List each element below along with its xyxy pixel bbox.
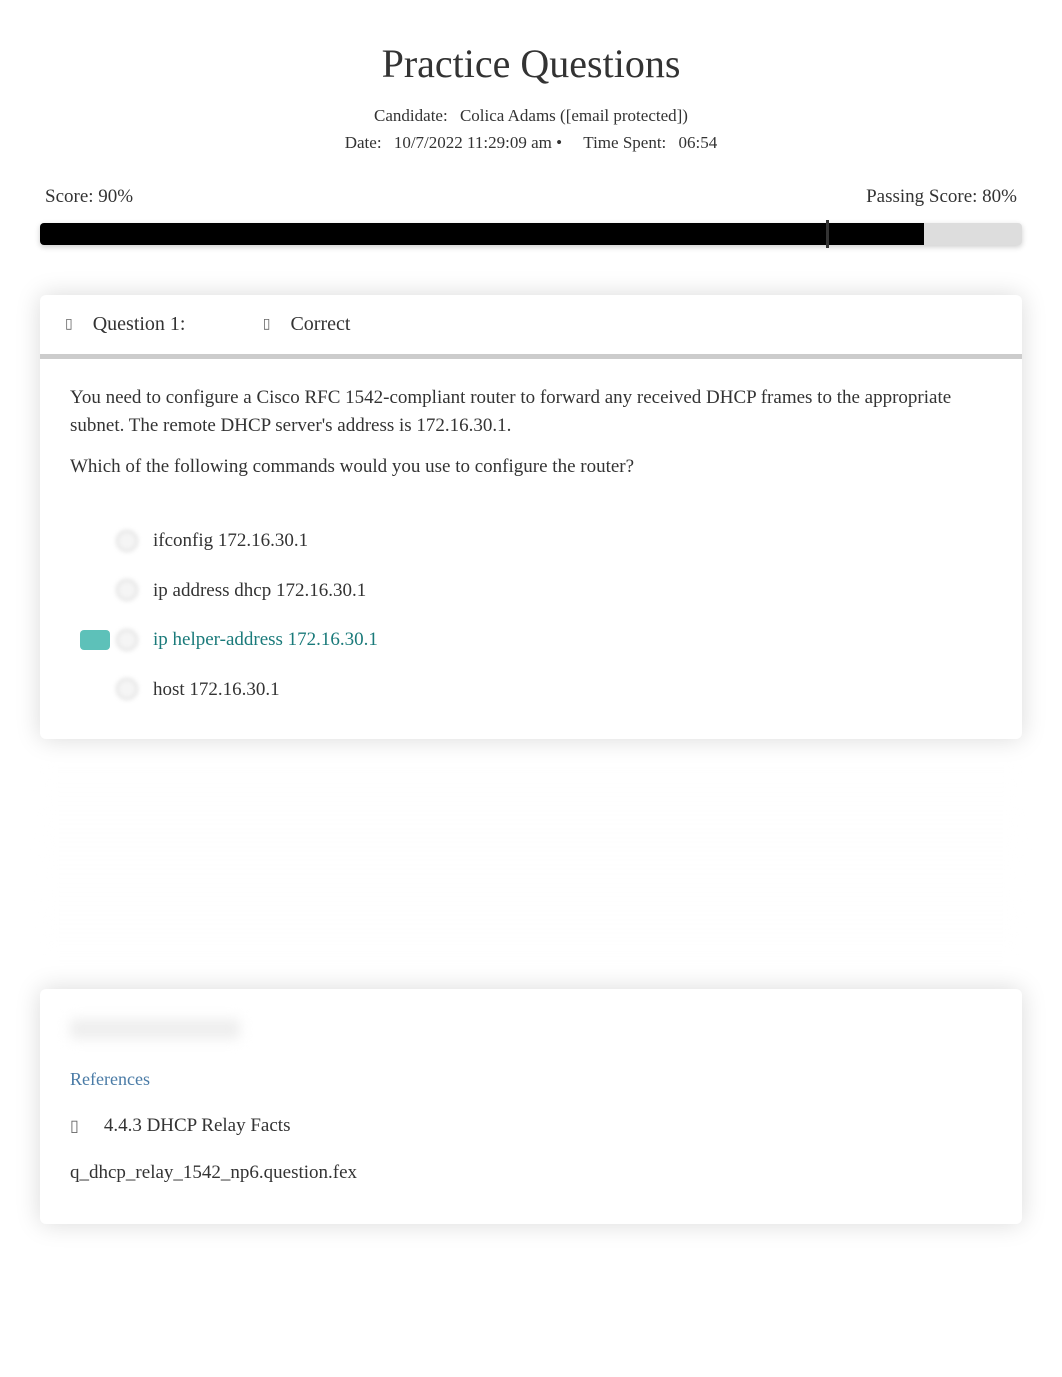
question-prompt: Which of the following commands would yo… (70, 453, 992, 481)
meta-info: Candidate: Colica Adams ([email protecte… (40, 102, 1022, 156)
date-label: Date: (345, 129, 382, 156)
answer-option: ip helper-address 172.16.30.1 (80, 615, 992, 665)
answer-indicator (80, 580, 110, 600)
candidate-value: Colica Adams ([email protected]) (460, 106, 688, 125)
blurred-header (70, 1019, 240, 1039)
answer-option: ifconfig 172.16.30.1 (80, 516, 992, 566)
blurred-content (40, 759, 1022, 959)
answer-indicator (80, 531, 110, 551)
answer-option: ip address dhcp 172.16.30.1 (80, 566, 992, 616)
reference-item[interactable]: ▯ 4.4.3 DHCP Relay Facts (70, 1115, 992, 1137)
answers-list: ifconfig 172.16.30.1 ip address dhcp 172… (80, 516, 992, 714)
answer-text: ip address dhcp 172.16.30.1 (153, 577, 366, 605)
question-status: Correct (290, 313, 350, 336)
candidate-label: Candidate: (374, 102, 448, 129)
question-header: ▯ Question 1: ▯ Correct (40, 295, 1022, 359)
answer-indicator-correct (80, 630, 110, 650)
radio-icon[interactable] (116, 530, 138, 552)
question-text: You need to configure a Cisco RFC 1542-c… (70, 384, 992, 439)
reference-file: q_dhcp_relay_1542_np6.question.fex (70, 1162, 992, 1184)
time-spent-label: Time Spent: (583, 129, 666, 156)
expand-icon[interactable]: ▯ (65, 316, 73, 333)
page-title: Practice Questions (40, 40, 1022, 87)
date-value: 10/7/2022 11:29:09 am • (394, 133, 562, 152)
passing-score-label: Passing Score: 80% (866, 186, 1017, 208)
answer-text: ifconfig 172.16.30.1 (153, 527, 308, 555)
answer-text: host 172.16.30.1 (153, 676, 280, 704)
question-number: Question 1: (93, 313, 263, 336)
answer-text-correct: ip helper-address 172.16.30.1 (153, 626, 378, 654)
answer-indicator (80, 679, 110, 699)
progress-fill (40, 223, 924, 245)
progress-bar (40, 223, 1022, 245)
question-card: ▯ Question 1: ▯ Correct You need to conf… (40, 295, 1022, 739)
time-spent-value: 06:54 (679, 133, 718, 152)
radio-icon[interactable] (116, 678, 138, 700)
document-icon: ▯ (70, 1116, 79, 1136)
answer-option: host 172.16.30.1 (80, 665, 992, 715)
progress-marker (826, 220, 829, 248)
references-title: References (70, 1069, 992, 1090)
references-card: References ▯ 4.4.3 DHCP Relay Facts q_dh… (40, 989, 1022, 1224)
radio-icon[interactable] (116, 629, 138, 651)
status-icon: ▯ (263, 316, 271, 333)
radio-icon[interactable] (116, 579, 138, 601)
score-label: Score: 90% (45, 186, 133, 208)
reference-text: 4.4.3 DHCP Relay Facts (104, 1115, 291, 1137)
